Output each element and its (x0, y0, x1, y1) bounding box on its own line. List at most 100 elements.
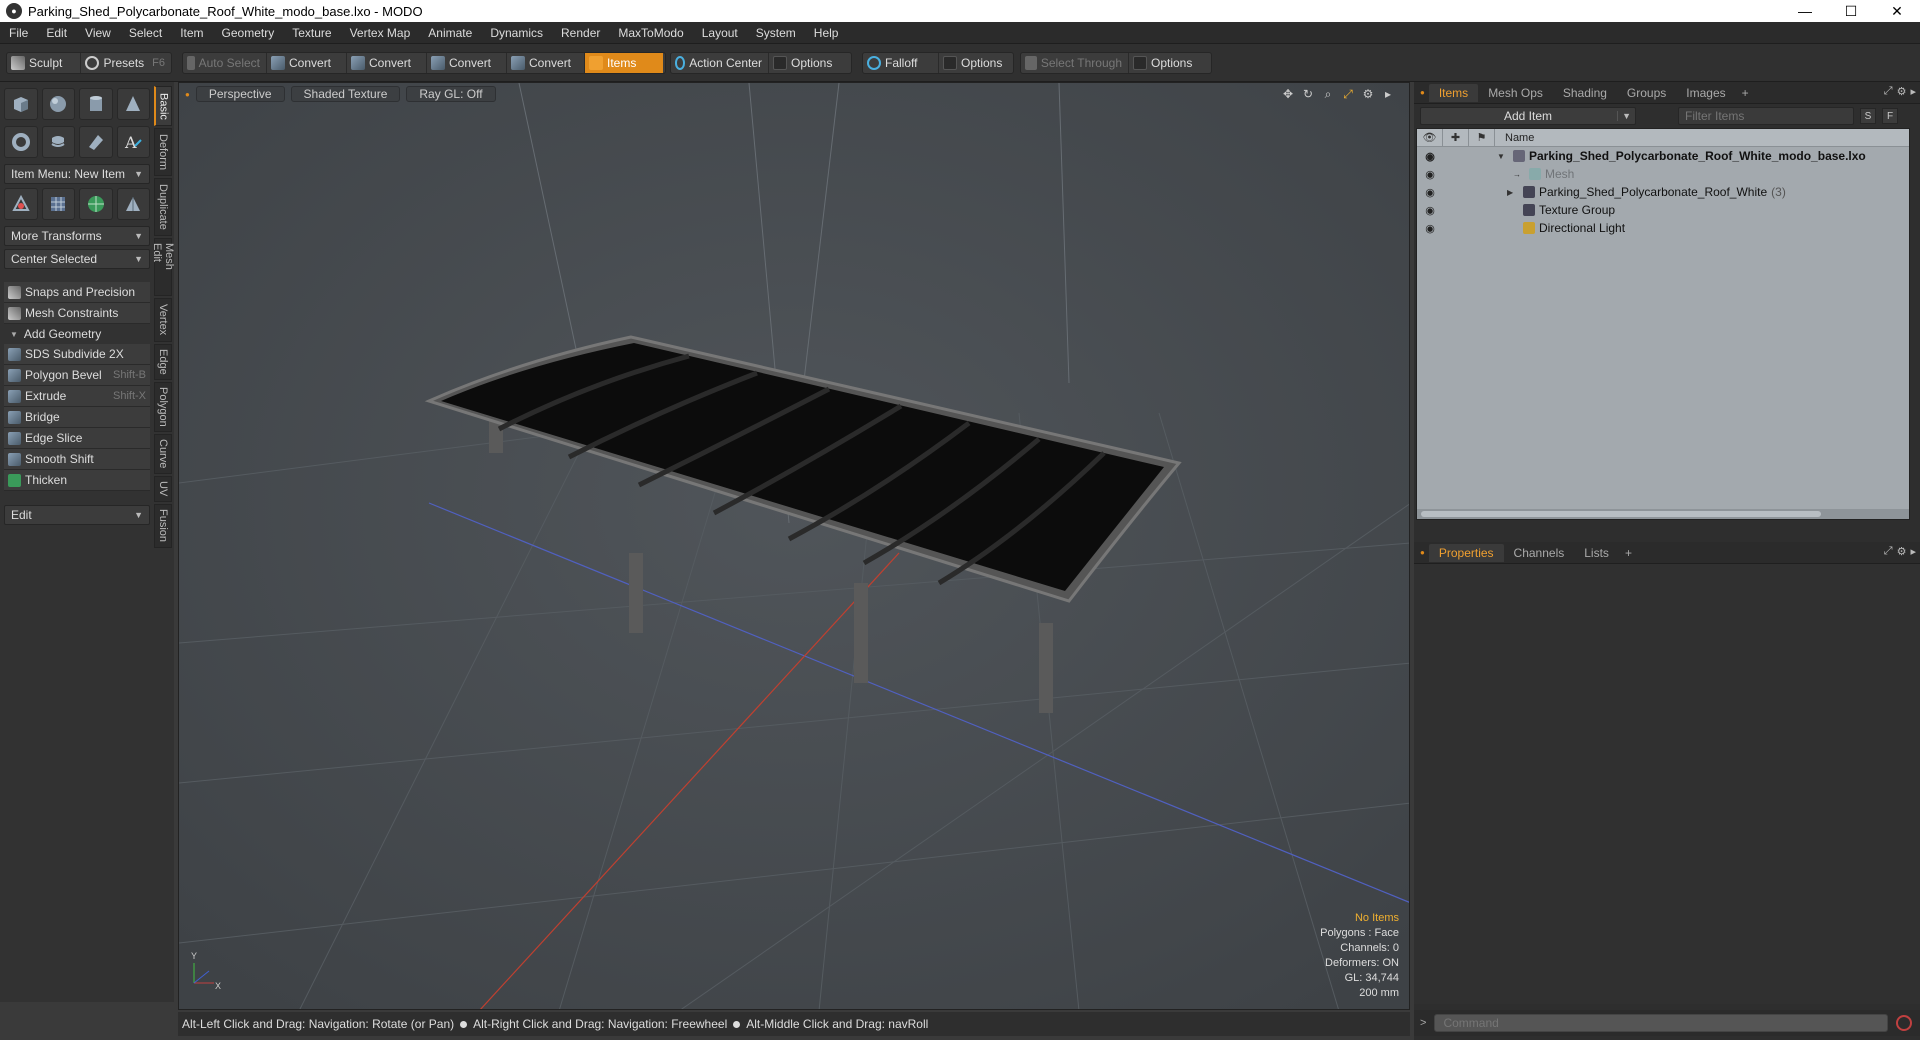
cylinder-tool[interactable] (79, 88, 113, 120)
select-through-options-button[interactable]: Options (1129, 53, 1198, 73)
tab-polygon[interactable]: Polygon (154, 382, 172, 432)
filter-s-button[interactable]: S (1860, 108, 1876, 124)
tree-row-directional-light[interactable]: ◉ Directional Light (1417, 219, 1909, 237)
menu-view[interactable]: View (76, 26, 120, 40)
sculpt-button[interactable]: Sculpt (7, 53, 82, 73)
center-selected-dropdown[interactable]: Center Selected ▼ (4, 249, 150, 269)
viewport-more-arrow-icon[interactable]: ▸ (1381, 87, 1395, 101)
viewport-scene[interactable]: Y X (179, 83, 1410, 1010)
auto-select-button[interactable]: Auto Select (183, 53, 267, 73)
extrude-button[interactable]: Extrude Shift-X (4, 386, 150, 407)
command-input[interactable] (1434, 1014, 1889, 1032)
tab-images[interactable]: Images (1676, 84, 1735, 102)
expand-panel-icon[interactable]: ⤢ (1884, 85, 1893, 98)
add-item-dropdown[interactable]: Add Item ▼ (1420, 107, 1636, 125)
perspective-button[interactable]: Perspective (195, 86, 285, 102)
menu-item[interactable]: Item (171, 26, 212, 40)
menu-render[interactable]: Render (552, 26, 609, 40)
lock-column-icon[interactable]: ✚ (1443, 128, 1469, 147)
eye-icon[interactable]: ◉ (1417, 186, 1443, 199)
filter-items-input[interactable] (1678, 107, 1854, 125)
eye-icon[interactable]: ◉ (1417, 168, 1443, 181)
tab-curve[interactable]: Curve (154, 434, 172, 474)
panel-arrow-icon[interactable]: ▸ (1910, 85, 1916, 98)
maximize-viewport-icon[interactable]: ⤢ (1341, 87, 1355, 101)
grid-tool[interactable] (41, 188, 75, 220)
tab-vertex[interactable]: Vertex (154, 298, 172, 342)
sphere-tool[interactable] (41, 88, 75, 120)
text-tool[interactable]: A (116, 126, 150, 158)
item-menu-dropdown[interactable]: Item Menu: New Item ▼ (4, 164, 150, 184)
menu-dynamics[interactable]: Dynamics (481, 26, 552, 40)
expand-arrow-icon[interactable]: ▶ (1507, 188, 1517, 197)
minimize-button[interactable]: — (1782, 0, 1828, 22)
menu-system[interactable]: System (747, 26, 805, 40)
viewport-settings-gear-icon[interactable]: ⚙ (1361, 87, 1375, 101)
sds-subdivide-button[interactable]: SDS Subdivide 2X (4, 344, 150, 365)
action-center-options-button[interactable]: Options (769, 53, 838, 73)
menu-select[interactable]: Select (120, 26, 171, 40)
tab-mesh-edit[interactable]: Mesh Edit (151, 238, 175, 296)
smooth-shift-button[interactable]: Smooth Shift (4, 449, 150, 470)
ray-gl-button[interactable]: Ray GL: Off (406, 86, 496, 102)
eye-icon[interactable]: ◉ (1417, 150, 1443, 163)
name-column-header[interactable]: Name (1495, 132, 1534, 144)
cube-tool[interactable] (4, 88, 38, 120)
menu-help[interactable]: Help (805, 26, 848, 40)
tab-properties[interactable]: Properties (1428, 543, 1504, 562)
convert-polygons-button[interactable]: Convert (427, 53, 507, 73)
tab-mesh-ops[interactable]: Mesh Ops (1478, 84, 1553, 102)
close-button[interactable]: ✕ (1874, 0, 1920, 22)
tree-horizontal-scrollbar[interactable] (1417, 509, 1909, 519)
panel-menu-icon[interactable]: ● (1420, 548, 1425, 557)
convert-materials-button[interactable]: Convert (507, 53, 585, 73)
select-through-button[interactable]: Select Through (1021, 53, 1129, 73)
sphere-map-tool[interactable] (79, 188, 113, 220)
menu-vertex-map[interactable]: Vertex Map (341, 26, 420, 40)
menu-file[interactable]: File (0, 26, 37, 40)
viewport-menu-icon[interactable]: ● (185, 90, 190, 99)
panel-menu-icon[interactable]: ● (1420, 88, 1425, 97)
action-center-button[interactable]: Action Center (671, 53, 769, 73)
bridge-button[interactable]: Bridge (4, 407, 150, 428)
presets-button[interactable]: Presets F6 (81, 53, 171, 73)
menu-layout[interactable]: Layout (693, 26, 747, 40)
cone-tool[interactable] (116, 88, 150, 120)
eye-icon[interactable]: ◉ (1417, 204, 1443, 217)
tab-duplicate[interactable]: Duplicate (154, 178, 172, 236)
scrollbar-thumb[interactable] (1421, 511, 1821, 517)
filter-f-button[interactable]: F (1882, 108, 1898, 124)
menu-animate[interactable]: Animate (419, 26, 481, 40)
maximize-button[interactable]: ☐ (1828, 0, 1874, 22)
add-tab-plus-icon[interactable]: + (1736, 86, 1755, 100)
tab-shading[interactable]: Shading (1553, 84, 1617, 102)
item-list-tree[interactable]: 👁 ✚ ⚑ Name ◉ ▼ Parking_Shed_Polycarbonat… (1416, 128, 1910, 520)
pan-icon[interactable]: ✥ (1281, 87, 1295, 101)
visibility-column-eye-icon[interactable]: 👁 (1417, 128, 1443, 147)
shading-mode-button[interactable]: Shaded Texture (290, 86, 401, 102)
panel-gear-icon[interactable]: ⚙ (1897, 545, 1907, 558)
render-column-icon[interactable]: ⚑ (1469, 128, 1495, 147)
menu-geometry[interactable]: Geometry (213, 26, 284, 40)
panel-arrow-icon[interactable]: ▸ (1910, 545, 1916, 558)
tab-fusion[interactable]: Fusion (154, 504, 172, 548)
zoom-icon[interactable]: ⌕ (1321, 87, 1335, 101)
3d-viewport[interactable]: Y X ● Perspective Shaded Texture Ray GL:… (178, 82, 1410, 1010)
command-history-icon[interactable] (1896, 1015, 1913, 1031)
tab-groups[interactable]: Groups (1617, 84, 1676, 102)
plane-tool[interactable] (116, 188, 150, 220)
tab-lists[interactable]: Lists (1574, 544, 1619, 562)
falloff-options-button[interactable]: Options (939, 53, 1008, 73)
tree-row-scene[interactable]: ◉ ▼ Parking_Shed_Polycarbonate_Roof_Whit… (1417, 147, 1909, 165)
menu-maxtomodo[interactable]: MaxToModo (609, 26, 692, 40)
menu-edit[interactable]: Edit (37, 26, 76, 40)
polygon-bevel-button[interactable]: Polygon Bevel Shift-B (4, 365, 150, 386)
pen-tool[interactable] (79, 126, 113, 158)
add-tab-plus-icon[interactable]: + (1619, 546, 1638, 560)
tab-deform[interactable]: Deform (154, 128, 172, 176)
edge-slice-button[interactable]: Edge Slice (4, 428, 150, 449)
mesh-constraints-button[interactable]: Mesh Constraints (4, 303, 150, 324)
tree-row-mesh[interactable]: ◉ → Mesh (1417, 165, 1909, 183)
tab-basic[interactable]: Basic (154, 86, 172, 126)
falloff-button[interactable]: Falloff (863, 53, 939, 73)
